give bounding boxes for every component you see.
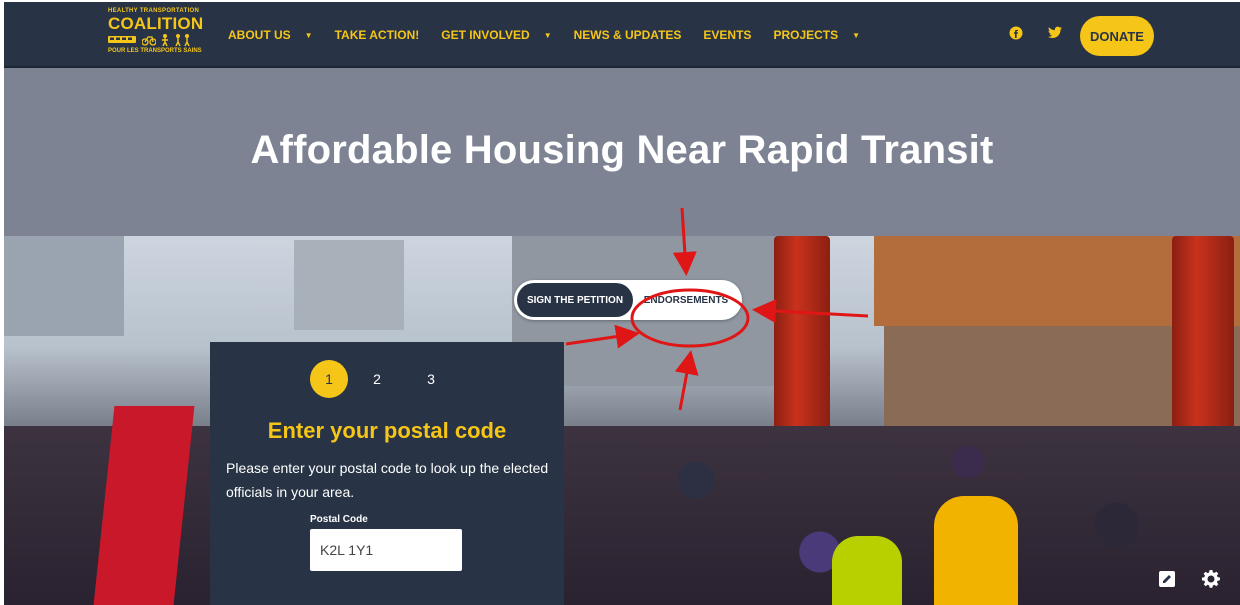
annotation-arrow [752,298,869,323]
annotation-arrow [565,324,640,349]
annotation-overlay [565,207,869,411]
annotation-arrow [672,207,697,276]
annotation-arrow [674,350,699,411]
highlight-ellipse [630,288,750,348]
